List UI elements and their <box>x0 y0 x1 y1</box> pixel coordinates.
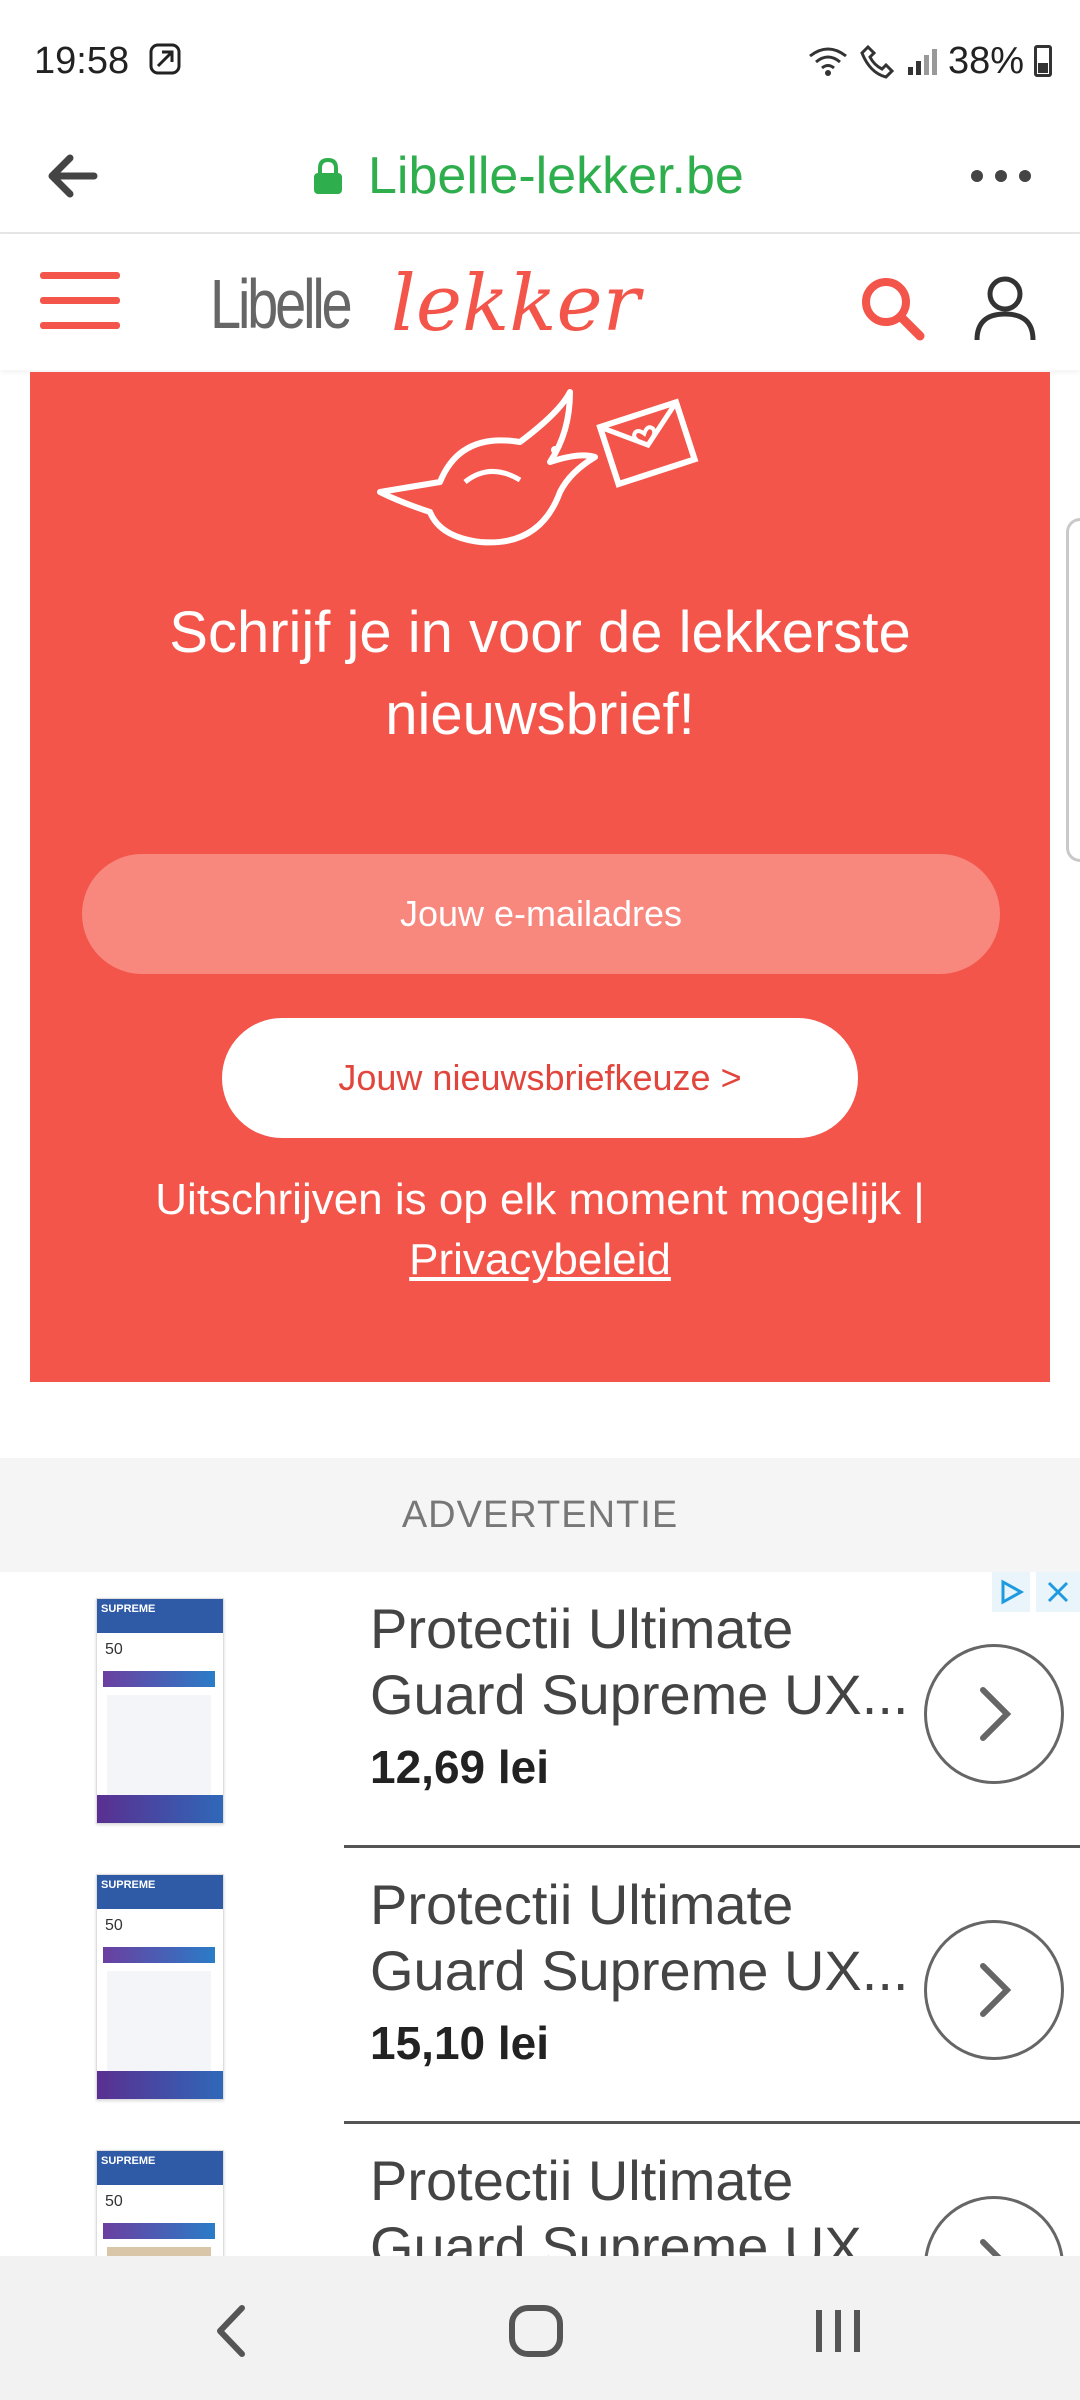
ad-item-price: 15,10 lei <box>370 2017 550 2069</box>
signal-icon <box>907 49 937 75</box>
newsletter-signup: Schrijf je in voor de lekkerste nieuwsbr… <box>30 372 1050 1382</box>
logo-libelle: Libelle <box>210 265 353 343</box>
wifi-call-icon <box>860 44 895 79</box>
newsletter-title: Schrijf je in voor de lekkerste nieuwsbr… <box>169 600 911 747</box>
ad-item[interactable]: SUPREME 50 Protectii Ultimate Guard Supr… <box>0 1852 1080 2128</box>
lock-icon <box>314 157 342 194</box>
search-icon[interactable] <box>858 274 928 344</box>
product-image: SUPREME 50 <box>96 1874 224 2100</box>
back-arrow-icon[interactable] <box>42 146 102 206</box>
browser-toolbar: Libelle-lekker.be <box>0 120 1080 234</box>
chevron-right-icon[interactable] <box>924 1920 1064 2060</box>
ad-item-title[interactable]: Protectii Ultimate Guard Supreme UX... <box>370 1596 930 1728</box>
chevron-right-icon[interactable] <box>924 1644 1064 1784</box>
ad-label: ADVERTENTIE <box>0 1458 1080 1572</box>
url-text: Libelle-lekker.be <box>368 147 744 205</box>
unsubscribe-text: Uitschrijven is op elk moment mogelijk | <box>155 1175 925 1224</box>
chevron-right-icon[interactable] <box>924 2196 1064 2256</box>
screenshot-icon <box>149 43 181 75</box>
ad-item-title[interactable]: Protectii Ultimate Guard Supreme UX... <box>370 2148 930 2256</box>
product-image: SUPREME 50 <box>96 1598 224 1824</box>
nav-recents-icon[interactable] <box>798 2296 878 2366</box>
user-account-icon[interactable] <box>972 274 1038 344</box>
wifi-icon <box>809 47 847 76</box>
ad-item-title[interactable]: Protectii Ultimate Guard Supreme UX... <box>370 1872 930 2004</box>
product-count: 50 <box>105 1641 123 1658</box>
email-input[interactable]: Jouw e-mailadres <box>82 854 1000 974</box>
status-right: 38% <box>806 38 1052 84</box>
product-image: SUPREME 50 <box>96 2150 224 2256</box>
battery-icon <box>1034 45 1052 77</box>
ad-divider <box>344 2121 1080 2124</box>
scroll-indicator[interactable] <box>1066 518 1080 862</box>
logo-lekker: lekker <box>390 259 640 349</box>
site-header: Libelle lekker <box>0 234 1080 370</box>
ad-divider <box>344 1845 1080 1848</box>
status-bar: 19:58 38% <box>0 0 1080 120</box>
nav-home-icon[interactable] <box>496 2296 576 2366</box>
address-bar[interactable]: Libelle-lekker.be <box>310 144 744 208</box>
ad-item[interactable]: SUPREME 50 Protectii Ultimate Guard Supr… <box>0 1576 1080 1852</box>
product-count: 50 <box>105 2193 123 2210</box>
more-options-icon[interactable] <box>966 146 1036 206</box>
product-count: 50 <box>105 1917 123 1934</box>
site-logo[interactable]: Libelle lekker <box>210 254 640 354</box>
newsletter-choice-button[interactable]: Jouw nieuwsbriefkeuze > <box>222 1018 858 1138</box>
product-badge: SUPREME <box>101 1603 156 1615</box>
status-time: 19:58 <box>34 40 130 82</box>
system-navigation-bar <box>0 2256 1080 2400</box>
battery-percent: 38% <box>947 39 1024 82</box>
dove-with-letter-icon <box>377 389 699 546</box>
nav-back-icon[interactable] <box>192 2296 272 2366</box>
ad-item[interactable]: SUPREME 50 Protectii Ultimate Guard Supr… <box>0 2128 1080 2256</box>
hamburger-menu-icon[interactable] <box>40 270 126 332</box>
privacy-policy-link[interactable]: Privacybeleid <box>409 1235 671 1284</box>
product-badge: SUPREME <box>101 1879 156 1891</box>
ad-item-price: 12,69 lei <box>370 1741 550 1793</box>
product-badge: SUPREME <box>101 2155 156 2167</box>
unsubscribe-note: Uitschrijven is op elk moment mogelijk |… <box>70 1170 1010 1290</box>
